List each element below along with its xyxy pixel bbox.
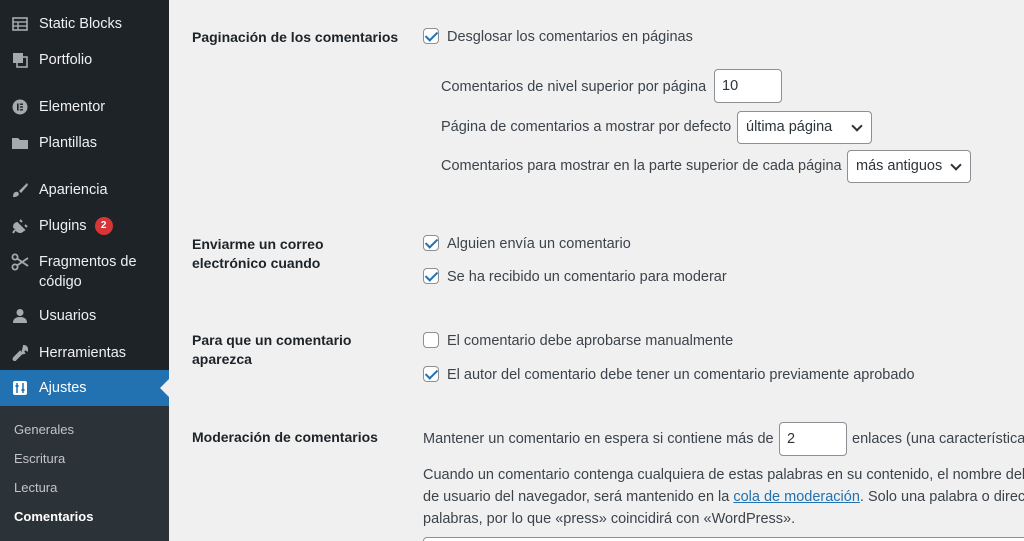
per-page-input[interactable]: 10 [714, 69, 782, 103]
moderation-label: Moderación de comentarios [192, 429, 378, 445]
moderation-desc-line1: Cuando un comentario contenga cualquiera… [423, 467, 1024, 483]
active-menu-arrow [160, 379, 169, 397]
sidebar-item-label-wrap: Plugins 2 [39, 216, 113, 236]
submenu-item-lectura[interactable]: Lectura [14, 479, 57, 497]
default-page-select[interactable]: última página [737, 111, 872, 144]
settings-submenu: Generales Escritura Lectura Comentarios [0, 406, 169, 541]
submenu-item-comentarios[interactable]: Comentarios [14, 508, 93, 526]
break-comments-label: Desglosar los comentarios en páginas [447, 29, 693, 45]
portfolio-icon [10, 50, 30, 70]
per-page-label: Comentarios de nivel superior por página [441, 79, 707, 95]
elementor-icon [10, 97, 30, 117]
user-icon [10, 306, 30, 326]
prior-approved-checkbox[interactable] [423, 366, 439, 382]
sidebar-item-label: Usuarios [39, 308, 97, 324]
order-label: Comentarios para mostrar en la parte sup… [441, 158, 842, 174]
chevron-down-icon [950, 159, 962, 171]
hold-links-input[interactable]: 2 [779, 422, 847, 456]
folder-icon [10, 133, 30, 153]
sidebar-item-label: Elementor [39, 99, 106, 115]
email-moderation-label: Se ha recibido un comentario para modera… [447, 269, 727, 285]
email-label: Enviarme un correo electrónico cuando [192, 236, 324, 271]
menu-separator [0, 162, 169, 173]
desc-line2-before: de usuario del navegador, será mantenido… [423, 489, 730, 505]
submenu-item-generales[interactable]: Generales [14, 421, 74, 439]
order-value: más antiguos [856, 158, 943, 174]
sidebar-item-label: Portfolio [39, 52, 93, 68]
default-page-value: última página [746, 119, 833, 135]
paintbrush-icon [10, 180, 30, 200]
sidebar-item-label: Ajustes [39, 380, 87, 396]
plugin-icon [10, 216, 30, 236]
sidebar-item-label: Plantillas [39, 135, 98, 151]
default-page-label: Página de comentarios a mostrar por defe… [441, 119, 732, 135]
appear-label: Para que un comentario aparezca [192, 332, 352, 367]
hold-links-text-before: Mantener un comentario en espera si cont… [423, 431, 774, 447]
sidebar-item-label: Plugins [39, 218, 87, 234]
wrench-icon [10, 343, 30, 363]
scissors-icon [10, 252, 30, 272]
pagination-label: Paginación de los comentarios [192, 29, 399, 45]
manual-approve-checkbox[interactable] [423, 332, 439, 348]
sidebar-item-label: Herramientas [39, 345, 127, 361]
submenu-item-escritura[interactable]: Escritura [14, 450, 65, 468]
moderation-queue-link[interactable]: cola de moderación [733, 489, 860, 505]
hold-links-text-after: enlaces (una característica [852, 431, 1024, 447]
sidebar-item-label: Apariencia [39, 182, 108, 198]
menu-separator [0, 79, 169, 90]
moderation-desc-line3: palabras, por lo que «press» coincidirá … [423, 511, 796, 527]
moderation-keys-textarea[interactable] [423, 537, 1024, 541]
email-moderation-checkbox[interactable] [423, 268, 439, 284]
desc-line2-after: . Solo una palabra o direc [859, 489, 1024, 505]
prior-approved-label: El autor del comentario debe tener un co… [447, 367, 915, 383]
admin-sidebar: Static Blocks Portfolio Elementor Planti… [0, 0, 169, 541]
email-comment-label: Alguien envía un comentario [447, 236, 631, 252]
table-icon [10, 14, 30, 34]
break-comments-checkbox[interactable] [423, 28, 439, 44]
chevron-down-icon [851, 120, 863, 132]
manual-approve-label: El comentario debe aprobarse manualmente [447, 333, 734, 349]
settings-icon [10, 378, 30, 398]
update-count-badge: 2 [94, 217, 113, 236]
sidebar-item-label: Fragmentos de código [39, 254, 137, 290]
sidebar-item-label: Static Blocks [39, 16, 122, 32]
order-select[interactable]: más antiguos [847, 150, 971, 183]
moderation-desc-line2: de usuario del navegador, será mantenido… [423, 487, 1024, 507]
email-comment-checkbox[interactable] [423, 235, 439, 251]
